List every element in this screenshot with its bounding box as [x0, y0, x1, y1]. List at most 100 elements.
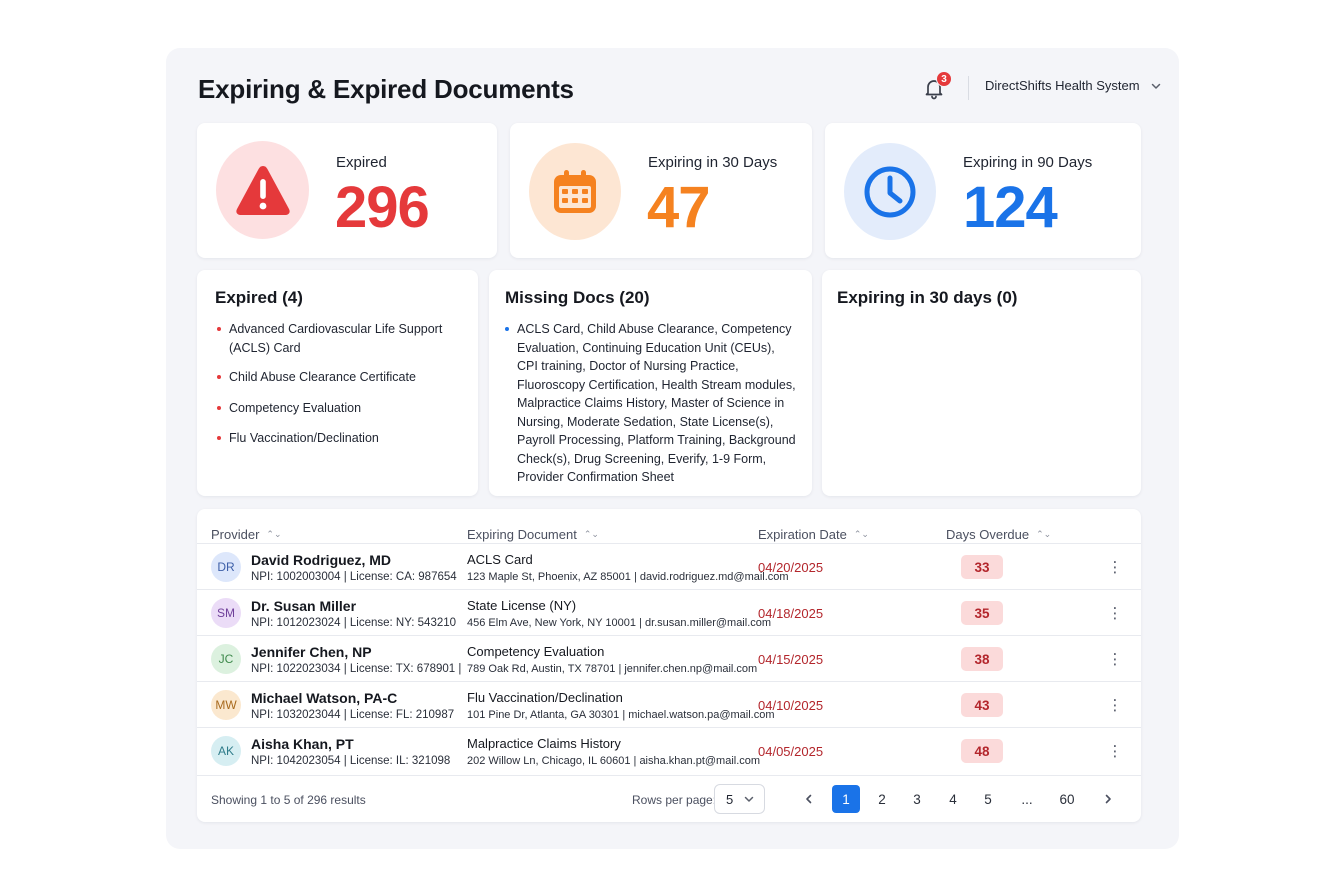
- avatar: DR: [211, 552, 241, 582]
- expiration-date: 04/10/2025: [758, 698, 824, 713]
- notification-badge: 3: [936, 71, 952, 87]
- document-name: Malpractice Claims History: [467, 736, 621, 751]
- pagination-prev-button[interactable]: [795, 785, 823, 813]
- days-overdue-badge: 35: [961, 601, 1003, 625]
- stat-card-expired[interactable]: Expired 296: [197, 123, 497, 258]
- expiration-date: 04/18/2025: [758, 606, 824, 621]
- days-overdue-badge: 38: [961, 647, 1003, 671]
- card-title: Missing Docs (20): [505, 288, 650, 307]
- stat-icon-circle: [216, 141, 309, 239]
- table-row[interactable]: DR David Rodriguez, MD NPI: 1002003004 |…: [197, 543, 1141, 589]
- document-name: Competency Evaluation: [467, 644, 605, 659]
- pagination-page-1[interactable]: 1: [832, 785, 860, 813]
- rows-per-page-value: 5: [726, 791, 734, 807]
- pagination-page-5[interactable]: 5: [974, 785, 1002, 813]
- stat-icon-circle: [844, 143, 936, 240]
- days-overdue-badge: 33: [961, 555, 1003, 579]
- sort-icon: ⌃⌄: [583, 529, 599, 539]
- pagination-page-60[interactable]: 60: [1053, 785, 1081, 813]
- stat-label: Expiring in 90 Days: [963, 154, 1093, 171]
- list-item: Advanced Cardiovascular Life Support (AC…: [217, 320, 462, 357]
- stat-label: Expiring in 30 Days: [648, 154, 778, 171]
- column-header-document[interactable]: Expiring Document ⌃⌄: [467, 527, 599, 542]
- more-vertical-icon[interactable]: ⋮: [1105, 740, 1125, 762]
- stat-card-expiring-30[interactable]: Expiring in 30 Days 47: [510, 123, 812, 258]
- sort-icon: ⌃⌄: [853, 529, 869, 539]
- warning-triangle-icon: [235, 166, 290, 215]
- calendar-icon: [554, 169, 596, 213]
- card-title: Expired (4): [215, 288, 303, 307]
- expiration-date: 04/05/2025: [758, 744, 824, 759]
- missing-documents-list: ACLS Card, Child Abuse Clearance, Compet…: [505, 320, 797, 487]
- days-overdue-badge: 43: [961, 693, 1003, 717]
- sort-icon: ⌃⌄: [266, 529, 282, 539]
- avatar: MW: [211, 690, 241, 720]
- results-summary: Showing 1 to 5 of 296 results: [211, 793, 366, 807]
- provider-meta: NPI: 1012023024 | License: NY: 543210: [251, 617, 457, 629]
- provider-name: Aisha Khan, PT: [251, 736, 354, 752]
- organization-selector[interactable]: DirectShifts Health System: [985, 78, 1162, 93]
- provider-name: David Rodriguez, MD: [251, 552, 392, 568]
- avatar: SM: [211, 598, 241, 628]
- column-header-expiration-date[interactable]: Expiration Date ⌃⌄: [758, 527, 869, 542]
- expired-documents-list: Advanced Cardiovascular Life Support (AC…: [217, 320, 462, 448]
- organization-name: DirectShifts Health System: [985, 78, 1140, 93]
- document-name: Flu Vaccination/Declination: [467, 690, 623, 705]
- more-vertical-icon[interactable]: ⋮: [1105, 694, 1125, 716]
- document-name: ACLS Card: [467, 552, 533, 567]
- document-address: 456 Elm Ave, New York, NY 10001 | dr.sus…: [467, 617, 772, 629]
- avatar: JC: [211, 644, 241, 674]
- provider-name: Dr. Susan Miller: [251, 598, 357, 614]
- document-address: 789 Oak Rd, Austin, TX 78701 | jennifer.…: [467, 663, 758, 675]
- table-row[interactable]: AK Aisha Khan, PT NPI: 1042023054 | Lice…: [197, 727, 1141, 773]
- rows-per-page-label: Rows per page:: [632, 793, 717, 807]
- table-row[interactable]: JC Jennifer Chen, NP NPI: 1022023034 | L…: [197, 635, 1141, 681]
- expiration-date: 04/15/2025: [758, 652, 824, 667]
- expired-documents-card: Expired (4) Advanced Cardiovascular Life…: [197, 270, 478, 496]
- pagination-page-3[interactable]: 3: [903, 785, 931, 813]
- header-divider: [968, 76, 969, 100]
- clock-icon: [864, 166, 916, 217]
- expiration-date: 04/20/2025: [758, 560, 824, 575]
- provider-name: Michael Watson, PA-C: [251, 690, 398, 706]
- list-item: Flu Vaccination/Declination: [217, 429, 462, 448]
- stat-value: 296: [335, 175, 430, 240]
- sort-icon: ⌃⌄: [1036, 529, 1052, 539]
- document-address: 202 Willow Ln, Chicago, IL 60601 | aisha…: [467, 755, 761, 767]
- table-row[interactable]: MW Michael Watson, PA-C NPI: 1032023044 …: [197, 681, 1141, 727]
- documents-table: Provider ⌃⌄ Expiring Document ⌃⌄ Expiratio…: [197, 509, 1141, 822]
- list-item: ACLS Card, Child Abuse Clearance, Compet…: [505, 320, 797, 487]
- stat-card-expiring-90[interactable]: Expiring in 90 Days 124: [825, 123, 1141, 258]
- avatar: AK: [211, 736, 241, 766]
- days-overdue-badge: 48: [961, 739, 1003, 763]
- card-title: Expiring in 30 days (0): [837, 288, 1018, 307]
- column-header-provider[interactable]: Provider ⌃⌄: [211, 527, 282, 542]
- document-name: State License (NY): [467, 598, 577, 613]
- provider-meta: NPI: 1032023044 | License: FL: 210987: [251, 709, 455, 721]
- page-title: Expiring & Expired Documents: [198, 74, 574, 104]
- stat-icon-circle: [529, 143, 621, 240]
- list-item: Competency Evaluation: [217, 399, 462, 418]
- more-vertical-icon[interactable]: ⋮: [1105, 556, 1125, 578]
- document-address: 123 Maple St, Phoenix, AZ 85001 | david.…: [467, 571, 789, 583]
- pagination-page-2[interactable]: 2: [868, 785, 896, 813]
- more-vertical-icon[interactable]: ⋮: [1105, 602, 1125, 624]
- expiring-30-days-card: Expiring in 30 days (0): [822, 270, 1141, 496]
- more-vertical-icon[interactable]: ⋮: [1105, 648, 1125, 670]
- chevron-left-icon: [806, 794, 812, 804]
- pagination-ellipsis: ...: [1021, 791, 1033, 807]
- pagination-next-button[interactable]: [1094, 785, 1122, 813]
- table-row[interactable]: SM Dr. Susan Miller NPI: 1012023024 | Li…: [197, 589, 1141, 635]
- stat-value: 47: [647, 175, 711, 240]
- chevron-down-icon: [1151, 83, 1160, 89]
- pagination-page-4[interactable]: 4: [939, 785, 967, 813]
- chevron-right-icon: [1105, 794, 1111, 804]
- rows-per-page-select[interactable]: 5: [714, 784, 765, 814]
- provider-meta: NPI: 1002003004 | License: CA: 987654: [251, 571, 457, 583]
- provider-meta: NPI: 1042023054 | License: IL: 321098: [251, 755, 451, 767]
- stat-label: Expired: [336, 154, 387, 171]
- column-header-days-overdue[interactable]: Days Overdue ⌃⌄: [946, 527, 1051, 542]
- stat-value: 124: [963, 175, 1058, 240]
- provider-name: Jennifer Chen, NP: [251, 644, 372, 660]
- document-address: 101 Pine Dr, Atlanta, GA 30301 | michael…: [467, 709, 775, 721]
